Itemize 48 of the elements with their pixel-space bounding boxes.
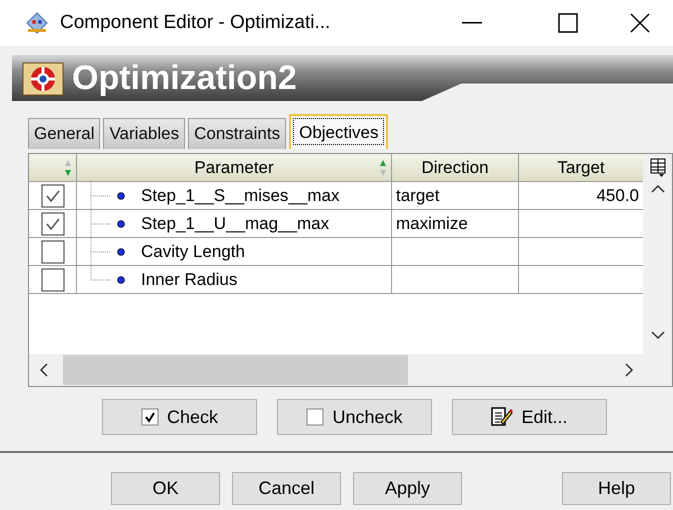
parameter-cell-text: Cavity Length [141, 240, 245, 263]
edit-button[interactable]: Edit... [452, 399, 607, 435]
uncheck-button[interactable]: Uncheck [277, 399, 432, 435]
edit-document-icon [491, 407, 514, 427]
column-header[interactable]: Target [519, 154, 643, 181]
bullet-icon [117, 192, 125, 200]
check-button[interactable]: Check [102, 399, 257, 435]
checkbox-icon [306, 408, 324, 426]
parameter-cell-text: Step_1__U__mag__max [141, 212, 330, 235]
scrollbar-thumb[interactable] [63, 355, 408, 385]
bullet-icon [117, 248, 125, 256]
direction-cell-text: target [396, 184, 440, 207]
tab[interactable]: Variables [103, 118, 186, 149]
direction-cell-text: maximize [396, 212, 468, 235]
horizontal-scrollbar[interactable] [29, 354, 672, 386]
row-checkbox[interactable] [40, 184, 64, 208]
window-title: Component Editor - Optimizati... [60, 10, 330, 35]
lifebuoy-icon [22, 60, 64, 96]
close-icon [630, 13, 650, 33]
tab[interactable]: General [28, 118, 100, 149]
tab[interactable]: Constraints [188, 118, 286, 149]
dialog-button[interactable]: Help [562, 472, 671, 505]
dialog-button[interactable]: Cancel [232, 472, 341, 505]
parameter-cell-text: Step_1__S__mises__max [141, 184, 340, 207]
bullet-icon [117, 276, 125, 284]
sort-arrows-icon [64, 158, 72, 176]
column-header[interactable]: Direction [392, 154, 519, 181]
scroll-up-icon[interactable] [650, 184, 666, 194]
row-checkbox[interactable] [40, 212, 64, 236]
target-cell-text: 450.0 [596, 184, 639, 207]
column-chooser-icon[interactable] [650, 158, 666, 178]
column-header[interactable]: Parameter [77, 154, 392, 181]
banner-title: Optimization2 [72, 58, 297, 98]
minimize-icon [462, 22, 482, 24]
app-icon [26, 12, 48, 34]
tab[interactable]: Objectives [289, 114, 388, 149]
parameter-cell-text: Inner Radius [141, 268, 238, 291]
row-checkbox[interactable] [40, 268, 64, 292]
maximize-icon [558, 13, 578, 33]
sort-arrows-icon [379, 158, 387, 176]
row-checkbox[interactable] [40, 240, 64, 264]
scroll-right-icon [624, 362, 634, 378]
bullet-icon [117, 220, 125, 228]
scroll-down-icon[interactable] [650, 330, 666, 340]
checkbox-icon [140, 408, 159, 426]
scroll-left-icon [39, 362, 49, 378]
dialog-button[interactable]: OK [111, 472, 220, 505]
dialog-button[interactable]: Apply [353, 472, 462, 505]
